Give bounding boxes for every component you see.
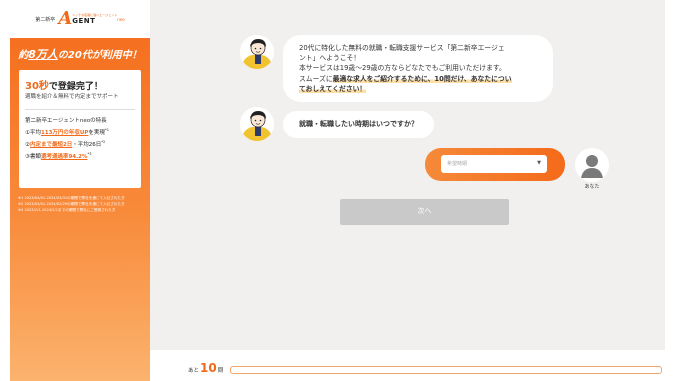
- headline-pre: 約: [18, 50, 29, 61]
- remaining-count: あと 10 問: [188, 361, 223, 375]
- timing-select[interactable]: 希望時期 ▼: [441, 155, 547, 173]
- card-title: 30秒で登録完了！: [25, 77, 135, 92]
- bot-avatar: [240, 35, 274, 69]
- message-highlight: ておしえてください！: [299, 84, 367, 93]
- logo-letter: A: [58, 8, 73, 29]
- feature-highlight: 選考通過率94.2%: [40, 154, 88, 161]
- bot-question: 就職・転職したい時期はいつですか？: [283, 111, 434, 138]
- user-icon: [581, 155, 603, 178]
- logo[interactable]: 第二新卒 A ニッチな転職に強いエージェント GENT neo: [10, 0, 150, 38]
- feature-pre: ③書類: [25, 154, 41, 161]
- sidebar: 第二新卒 A ニッチな転職に強いエージェント GENT neo 約8万人の20代…: [10, 0, 150, 381]
- chat-area: 20代に特化した無料の就職・転職支援サービス「第二新卒エージェ ント」へようこそ…: [150, 0, 665, 350]
- chevron-down-icon: ▼: [537, 160, 541, 166]
- footnotes: ※1 2023/04/01-2024/03/31の期間で弊社を通じて入社された方…: [18, 196, 144, 213]
- headline-post: の20代が利用中！: [57, 50, 142, 61]
- feature-footnote: *3: [87, 152, 92, 157]
- card-title-rest: で登録完了！: [48, 82, 103, 92]
- message-line: 20代に特化した無料の就職・転職支援サービス「第二新卒エージェ: [299, 44, 505, 52]
- remaining-number: 10: [200, 361, 217, 375]
- card-subtitle: 適職を紹介＆無料で内定までサポート: [25, 94, 119, 100]
- advisor-avatar-icon: [240, 107, 274, 141]
- feature-footnote: *2: [101, 140, 106, 145]
- message-line: 本サービスは19歳〜29歳の方ならどなたでもご利用いただけます。: [299, 64, 506, 73]
- progress-bar: [230, 366, 662, 374]
- logo-main: ニッチな転職に強いエージェント GENT: [72, 13, 117, 25]
- feature-post: ・平均26日: [72, 142, 102, 149]
- remaining-pre: あと: [188, 368, 200, 374]
- bot-message: 20代に特化した無料の就職・転職支援サービス「第二新卒エージェ ント」へようこそ…: [283, 35, 553, 102]
- message-text: スムーズに: [299, 74, 333, 83]
- feature-card: 30秒で登録完了！ 適職を紹介＆無料で内定までサポート 第二新卒エージェントne…: [19, 70, 141, 188]
- footnote: ※3 2023/2/1-2024/2/1までの期間で弊社にご登録された方: [18, 207, 116, 212]
- feature-highlight: 113万円の年収UP: [40, 130, 89, 137]
- feature-highlight: 内定まで最短2日: [29, 142, 73, 149]
- select-placeholder: 希望時期: [447, 161, 468, 167]
- remaining-post: 問: [217, 368, 224, 374]
- feature-footnote: *1: [104, 128, 109, 133]
- logo-suffix: neo: [117, 16, 125, 22]
- logo-prefix: 第二新卒: [35, 16, 56, 23]
- features-title: 第二新卒エージェントneoの特長: [25, 118, 107, 125]
- headline-num: 8万人: [28, 48, 58, 61]
- message-line: ント」へようこそ！: [299, 54, 361, 63]
- feature-post: を実現: [88, 130, 105, 137]
- feature-item: ①平均113万円の年収UPを実現*1: [25, 128, 135, 137]
- feature-pre: ①平均: [25, 130, 41, 137]
- progress-bar-area: あと 10 問: [150, 350, 678, 381]
- sidebar-headline: 約8万人の20代が利用中！: [10, 46, 150, 62]
- next-button[interactable]: 次へ: [340, 199, 509, 225]
- message-highlight: 最適な求人をご紹介するために、10問だけ、あなたについ: [332, 74, 512, 83]
- feature-item: ③書類選考通過率94.2%*3: [25, 152, 135, 161]
- feature-item: ②内定まで最短2日・平均26日*2: [25, 140, 135, 149]
- page-margin: [665, 0, 678, 350]
- message-line: スムーズに最適な求人をご紹介するために、10問だけ、あなたについ: [299, 74, 537, 84]
- user-label: あなた: [584, 184, 600, 190]
- divider: [25, 109, 135, 111]
- advisor-avatar-icon: [240, 35, 274, 69]
- bot-avatar: [240, 107, 274, 141]
- card-title-num: 30秒: [25, 81, 49, 92]
- answer-bubble: 希望時期 ▼: [425, 148, 565, 181]
- logo-word: GENT: [72, 17, 96, 25]
- message-line: ておしえてください！: [299, 84, 537, 94]
- user-avatar: [575, 148, 609, 182]
